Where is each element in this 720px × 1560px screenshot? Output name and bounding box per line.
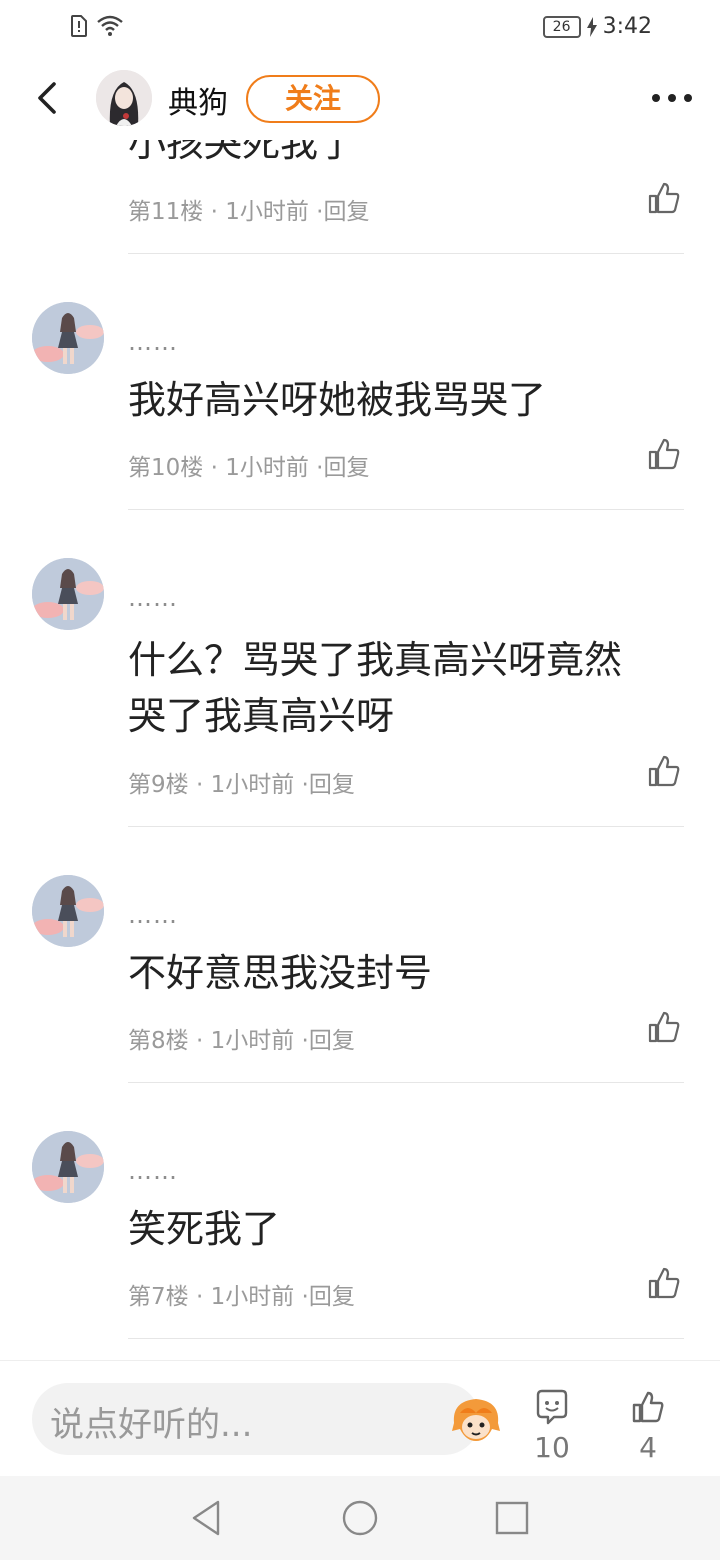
commenter-avatar[interactable] xyxy=(32,302,104,374)
commenter-name[interactable]: …… xyxy=(128,1157,178,1185)
comment-meta[interactable]: 第10楼 · 1小时前 ·回复 xyxy=(128,448,369,482)
wifi-icon xyxy=(97,15,123,36)
comment-meta[interactable]: 第11楼 · 1小时前 ·回复 xyxy=(128,192,369,226)
commenter-name[interactable]: …… xyxy=(128,584,178,612)
commenter-avatar-image xyxy=(32,875,104,947)
divider xyxy=(128,1338,684,1339)
commenter-avatar[interactable] xyxy=(32,875,104,947)
emoji-icon[interactable] xyxy=(446,1389,506,1449)
follow-button[interactable]: 关注 xyxy=(246,75,380,123)
commenter-avatar-image xyxy=(32,1131,104,1203)
comment-text: 不好意思我没封号 xyxy=(128,951,433,995)
divider xyxy=(128,826,684,827)
commenter-name[interactable]: …… xyxy=(128,328,178,356)
thumbs-up-icon[interactable] xyxy=(646,1009,682,1045)
recents-square-icon[interactable] xyxy=(492,1498,532,1538)
thumbs-up-icon[interactable] xyxy=(646,436,682,472)
status-left xyxy=(70,14,124,38)
comment-meta[interactable]: 第7楼 · 1小时前 ·回复 xyxy=(128,1277,355,1311)
status-bar: 26 3:42 xyxy=(0,0,720,56)
author-name[interactable]: 典狗 xyxy=(168,78,228,122)
back-triangle-icon[interactable] xyxy=(186,1498,226,1538)
thumbs-up-icon[interactable] xyxy=(646,1265,682,1301)
comment-count: 10 xyxy=(534,1431,570,1464)
like-count: 4 xyxy=(639,1431,657,1464)
system-nav-bar xyxy=(0,1476,720,1560)
commenter-avatar-image xyxy=(32,558,104,630)
comment-input[interactable]: 说点好听的... xyxy=(32,1383,500,1455)
author-avatar-image xyxy=(96,70,152,126)
comment-list[interactable]: 小孩哭死我了 第11楼 · 1小时前 ·回复 …… 我好高兴呀她被我骂哭了 第1… xyxy=(0,140,720,1360)
status-time: 3:42 xyxy=(602,14,652,39)
comment-text: 我好高兴呀她被我骂哭了 xyxy=(128,378,547,422)
like-count-button[interactable]: 4 xyxy=(618,1389,678,1464)
thumbs-up-icon[interactable] xyxy=(646,753,682,789)
status-right: 26 3:42 xyxy=(542,14,652,39)
battery-icon: 26 xyxy=(542,15,581,38)
sim-alert-icon xyxy=(71,15,87,37)
commenter-avatar[interactable] xyxy=(32,1131,104,1203)
divider xyxy=(128,509,684,510)
comment-meta[interactable]: 第8楼 · 1小时前 ·回复 xyxy=(128,1021,355,1055)
commenter-avatar[interactable] xyxy=(32,558,104,630)
comment-icon xyxy=(536,1389,568,1425)
bottom-action-bar: 说点好听的... 10 4 xyxy=(0,1360,720,1477)
comment-text-partial: 小孩哭死我了 xyxy=(128,140,357,165)
commenter-avatar-image xyxy=(32,302,104,374)
thumbs-up-icon[interactable] xyxy=(646,180,682,216)
header: 典狗 关注 xyxy=(0,56,720,140)
comment-text: 笑死我了 xyxy=(128,1207,281,1251)
comment-count-button[interactable]: 10 xyxy=(522,1389,582,1464)
comment-text: 什么？骂哭了我真高兴呀竟然哭了我真高兴呀 xyxy=(128,638,623,738)
thumbs-up-icon xyxy=(632,1391,664,1423)
more-icon[interactable] xyxy=(650,86,694,110)
home-circle-icon[interactable] xyxy=(340,1498,380,1538)
divider xyxy=(128,1082,684,1083)
comment-meta[interactable]: 第9楼 · 1小时前 ·回复 xyxy=(128,765,355,799)
back-arrow-icon[interactable] xyxy=(28,78,68,118)
charging-icon xyxy=(586,16,597,37)
divider xyxy=(128,253,684,254)
author-avatar[interactable] xyxy=(96,70,152,126)
commenter-name[interactable]: …… xyxy=(128,901,178,929)
comment-input-placeholder: 说点好听的... xyxy=(50,1405,253,1445)
